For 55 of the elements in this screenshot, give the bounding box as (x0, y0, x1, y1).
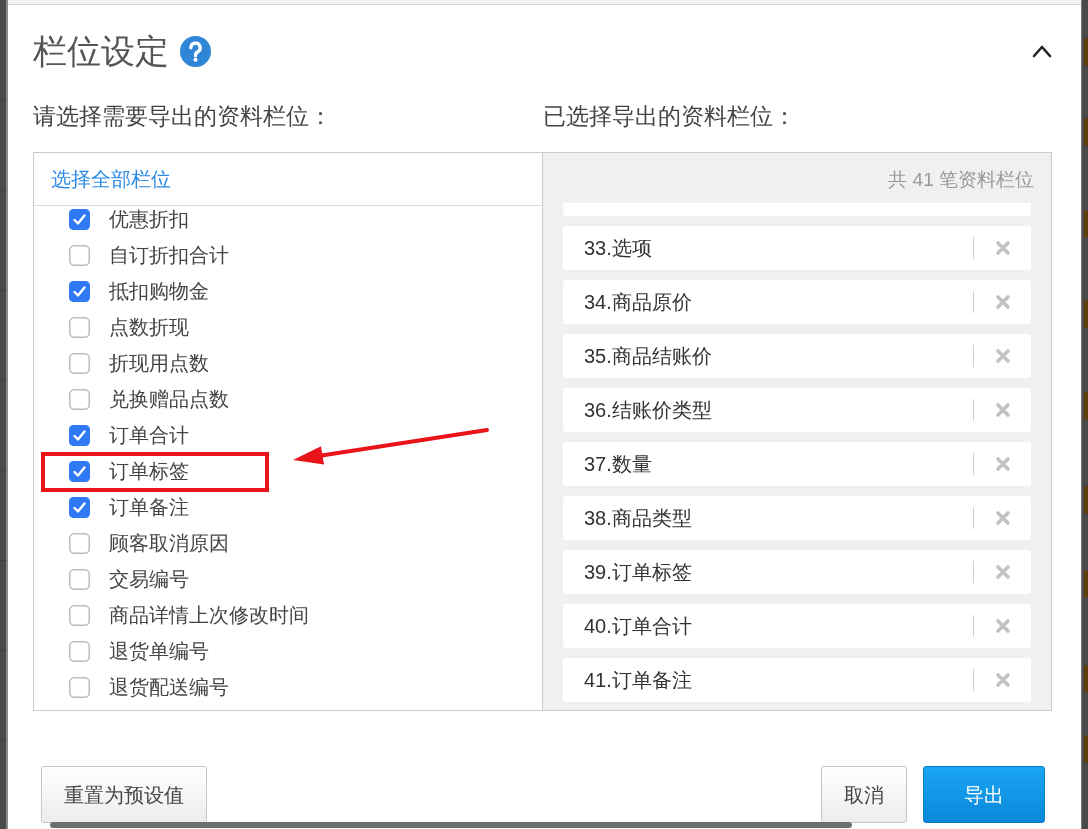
checkbox[interactable] (69, 280, 90, 302)
checkbox[interactable] (69, 316, 90, 338)
checkbox-label: 顾客取消原因 (109, 531, 229, 556)
section-label: 请选择需要导出的资料栏位： (33, 103, 332, 129)
checkbox[interactable] (69, 352, 90, 374)
checkbox-label: 点数折现 (109, 315, 189, 340)
checkbox-label: 折现用点数 (109, 351, 209, 376)
field-count: 共 41 笔资料栏位 (888, 169, 1034, 190)
checkbox[interactable] (69, 388, 90, 410)
checkbox[interactable] (69, 568, 90, 590)
checkbox[interactable] (69, 424, 90, 446)
remove-icon[interactable] (995, 564, 1011, 580)
checkbox-label: 订单备注 (109, 495, 189, 520)
field-name: 35.商品结账价 (584, 344, 712, 369)
remove-icon[interactable] (995, 510, 1011, 526)
remove-icon[interactable] (995, 672, 1011, 688)
checkbox-label: 优惠折扣 (109, 207, 189, 232)
remove-icon[interactable] (995, 456, 1011, 472)
checkbox[interactable] (69, 496, 90, 518)
remove-icon[interactable] (995, 348, 1011, 364)
checkbox-label: 商品详情上次修改时间 (109, 603, 309, 628)
checkbox-label: 自订折扣合计 (109, 243, 229, 268)
checkbox[interactable] (69, 640, 90, 662)
checkbox[interactable] (69, 604, 90, 626)
remove-icon[interactable] (995, 402, 1011, 418)
field-name: 39.订单标签 (584, 560, 692, 585)
chevron-up-icon[interactable] (1032, 44, 1052, 58)
checkbox-label: 退货单编号 (109, 639, 209, 664)
checkbox-label: 交易编号 (109, 567, 189, 592)
dialog-title: 栏位设定 (33, 31, 169, 72)
field-name: 33.选项 (584, 236, 652, 261)
field-name: 36.结账价类型 (584, 398, 712, 423)
checkbox-label: 抵扣购物金 (109, 279, 209, 304)
checkbox-label: 兑换赠品点数 (109, 387, 229, 412)
checkbox-label: 退货配送编号 (109, 675, 229, 700)
select-all-link[interactable]: 选择全部栏位 (51, 166, 171, 192)
checkbox-label: 订单标签 (109, 459, 189, 484)
checkbox[interactable] (69, 244, 90, 266)
field-name: 41.订单备注 (584, 668, 692, 693)
field-name: 40.订单合计 (584, 614, 692, 639)
help-icon[interactable] (180, 35, 211, 67)
section-label: 已选择导出的资料栏位： (543, 103, 796, 129)
checkbox[interactable] (69, 208, 90, 230)
checkbox[interactable] (69, 460, 90, 482)
reset-button[interactable]: 重置为预设值 (41, 766, 207, 823)
remove-icon[interactable] (995, 294, 1011, 310)
field-name: 38.商品类型 (584, 506, 692, 531)
cancel-button[interactable]: 取消 (821, 766, 907, 823)
remove-icon[interactable] (995, 240, 1011, 256)
checkbox[interactable] (69, 676, 90, 698)
remove-icon[interactable] (995, 618, 1011, 634)
field-name: 34.商品原价 (584, 290, 692, 315)
checkbox[interactable] (69, 532, 90, 554)
checkbox-label: 订单合计 (109, 423, 189, 448)
field-name: 37.数量 (584, 452, 652, 477)
